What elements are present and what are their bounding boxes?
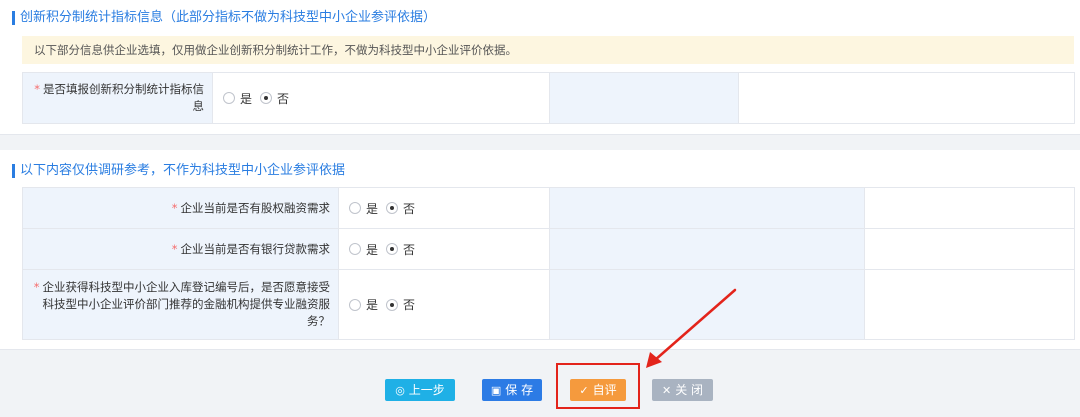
annotation-arrow-icon: [646, 288, 737, 368]
